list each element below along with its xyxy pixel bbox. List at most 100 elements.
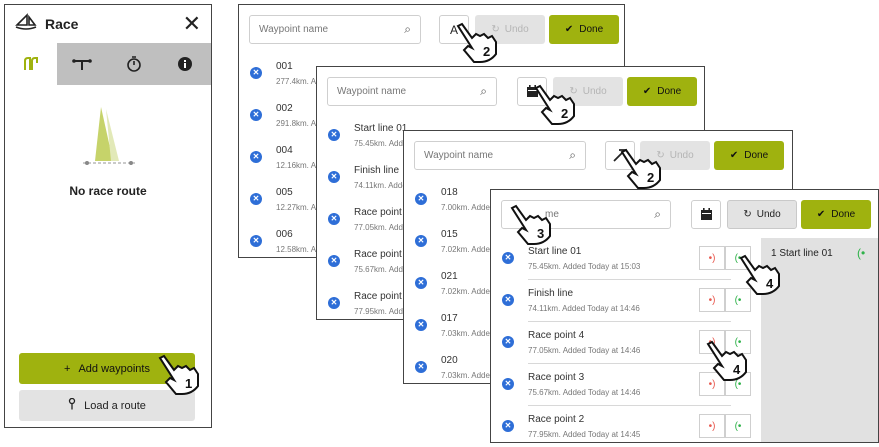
finish-mark-button[interactable]: •) bbox=[699, 414, 725, 438]
pin-icon bbox=[68, 397, 76, 413]
waypoint-detail: 12.58km. A bbox=[276, 245, 317, 254]
done-label: Done bbox=[657, 86, 682, 97]
done-label: Done bbox=[831, 209, 856, 220]
close-icon[interactable]: ✕ bbox=[183, 13, 201, 35]
search-icon: ⌕ bbox=[654, 207, 661, 221]
waypoint-name: 020 bbox=[441, 355, 458, 366]
remove-icon[interactable]: ✕ bbox=[328, 129, 340, 141]
tab-info[interactable] bbox=[160, 43, 212, 85]
remove-icon[interactable]: ✕ bbox=[328, 297, 340, 309]
remove-icon[interactable]: ✕ bbox=[328, 255, 340, 267]
waypoint-detail: 7.00km. Added bbox=[441, 203, 495, 212]
check-icon: ✔ bbox=[642, 86, 652, 97]
done-button[interactable]: ✔ Done bbox=[714, 141, 784, 170]
remove-icon[interactable]: ✕ bbox=[502, 294, 514, 306]
remove-icon[interactable]: ✕ bbox=[250, 235, 262, 247]
tab-route[interactable] bbox=[5, 43, 57, 85]
toolbar: Waypoint name ⌕ ↻ Undo ✔ Done bbox=[317, 67, 704, 115]
sailboat-icon bbox=[15, 12, 37, 36]
waypoint-detail: 7.02km. Added bbox=[441, 287, 495, 296]
remove-icon[interactable]: ✕ bbox=[250, 193, 262, 205]
no-route-illustration bbox=[83, 107, 135, 165]
remove-icon[interactable]: ✕ bbox=[502, 252, 514, 264]
empty-state-label: No race route bbox=[69, 184, 147, 198]
finish-mark-button[interactable]: •) bbox=[699, 288, 725, 312]
remove-icon[interactable]: ✕ bbox=[502, 420, 514, 432]
tap-callout: 1 bbox=[152, 352, 206, 398]
sort-date-button[interactable] bbox=[691, 200, 721, 229]
waypoint-name: Race point 2 bbox=[354, 291, 411, 302]
list-item[interactable]: ✕ Finish line 74.11km. Added Today at 14… bbox=[491, 280, 761, 322]
tap-callout: 3 bbox=[504, 202, 558, 248]
remove-icon[interactable]: ✕ bbox=[250, 109, 262, 121]
search-input[interactable]: Waypoint name ⌕ bbox=[327, 77, 497, 106]
callout-number: 3 bbox=[537, 226, 544, 241]
undo-icon: ↻ bbox=[743, 209, 752, 220]
finish-flag-icon: •) bbox=[708, 420, 716, 432]
remove-icon[interactable]: ✕ bbox=[415, 319, 427, 331]
waypoint-name: 018 bbox=[441, 187, 458, 198]
undo-label: Undo bbox=[756, 209, 781, 220]
start-flag-icon: (• bbox=[734, 420, 742, 432]
remove-icon[interactable]: ✕ bbox=[415, 193, 427, 205]
done-button[interactable]: ✔ Done bbox=[801, 200, 871, 229]
plus-icon: + bbox=[64, 362, 71, 375]
waypoint-detail: 12.16km. A bbox=[276, 161, 317, 170]
remove-icon[interactable]: ✕ bbox=[250, 151, 262, 163]
start-mark-button[interactable]: (• bbox=[725, 414, 751, 438]
waypoint-name: Finish line bbox=[528, 288, 574, 299]
waypoint-name: 002 bbox=[276, 103, 293, 114]
waypoint-actions: •) (• bbox=[699, 414, 751, 438]
waypoint-name: 006 bbox=[276, 229, 293, 240]
remove-icon[interactable]: ✕ bbox=[415, 235, 427, 247]
add-waypoints-label: Add waypoints bbox=[78, 362, 150, 375]
waypoint-name: Race point 4 bbox=[528, 330, 585, 341]
finish-flag-icon: •) bbox=[708, 252, 716, 264]
waypoint-name: 017 bbox=[441, 313, 458, 324]
undo-button[interactable]: ↻ Undo bbox=[727, 200, 797, 229]
remove-icon[interactable]: ✕ bbox=[328, 213, 340, 225]
callout-number: 1 bbox=[185, 376, 192, 391]
waypoint-name: Race point 3 bbox=[528, 372, 585, 383]
undo-label: Undo bbox=[582, 86, 607, 97]
waypoint-name: 021 bbox=[441, 271, 458, 282]
done-button[interactable]: ✔ Done bbox=[627, 77, 697, 106]
info-icon bbox=[178, 57, 193, 71]
search-icon: ⌕ bbox=[480, 84, 487, 98]
remove-icon[interactable]: ✕ bbox=[502, 336, 514, 348]
remove-icon[interactable]: ✕ bbox=[415, 277, 427, 289]
search-placeholder: Waypoint name bbox=[424, 150, 494, 161]
waypoint-name: Finish line bbox=[354, 165, 400, 176]
waypoint-name: Race point 3 bbox=[354, 249, 411, 260]
finish-mark-button[interactable]: •) bbox=[699, 246, 725, 270]
waypoint-name: 005 bbox=[276, 187, 293, 198]
tab-timer[interactable] bbox=[108, 43, 160, 85]
waypoint-name: Race point 2 bbox=[528, 414, 585, 425]
waypoint-detail: 7.02km. Added bbox=[441, 245, 495, 254]
finish-flag-icon: •) bbox=[708, 294, 716, 306]
waypoint-name: Race point 4 bbox=[354, 207, 411, 218]
remove-icon[interactable]: ✕ bbox=[415, 361, 427, 373]
remove-icon[interactable]: ✕ bbox=[328, 171, 340, 183]
search-input[interactable]: Waypoint name ⌕ bbox=[414, 141, 586, 170]
check-icon: ✔ bbox=[729, 150, 739, 161]
route-icon bbox=[23, 57, 38, 70]
callout-number: 4 bbox=[766, 276, 774, 291]
toolbar: Waypoint name ⌕ ↻ Undo ✔ Done bbox=[404, 131, 792, 179]
start-line-icon bbox=[72, 59, 93, 70]
undo-label: Undo bbox=[669, 150, 694, 161]
waypoint-detail: 291.8km. A bbox=[276, 119, 317, 128]
calendar-icon bbox=[700, 208, 712, 220]
callout-number: 2 bbox=[561, 106, 568, 121]
remove-icon[interactable]: ✕ bbox=[250, 67, 262, 79]
remove-icon[interactable]: ✕ bbox=[502, 378, 514, 390]
waypoint-detail: 74.11km. Added Today at 14:46 bbox=[528, 304, 640, 313]
tab-start-line[interactable] bbox=[57, 43, 109, 85]
check-icon: ✔ bbox=[816, 209, 826, 220]
done-button[interactable]: ✔ Done bbox=[549, 15, 619, 44]
search-icon: ⌕ bbox=[569, 148, 576, 162]
tap-callout: 4 bbox=[733, 252, 787, 298]
search-input[interactable]: Waypoint name ⌕ bbox=[249, 15, 421, 44]
list-item[interactable]: ✕ Race point 2 77.95km. Added Today at 1… bbox=[491, 406, 761, 442]
tap-callout: 2 bbox=[450, 20, 504, 66]
